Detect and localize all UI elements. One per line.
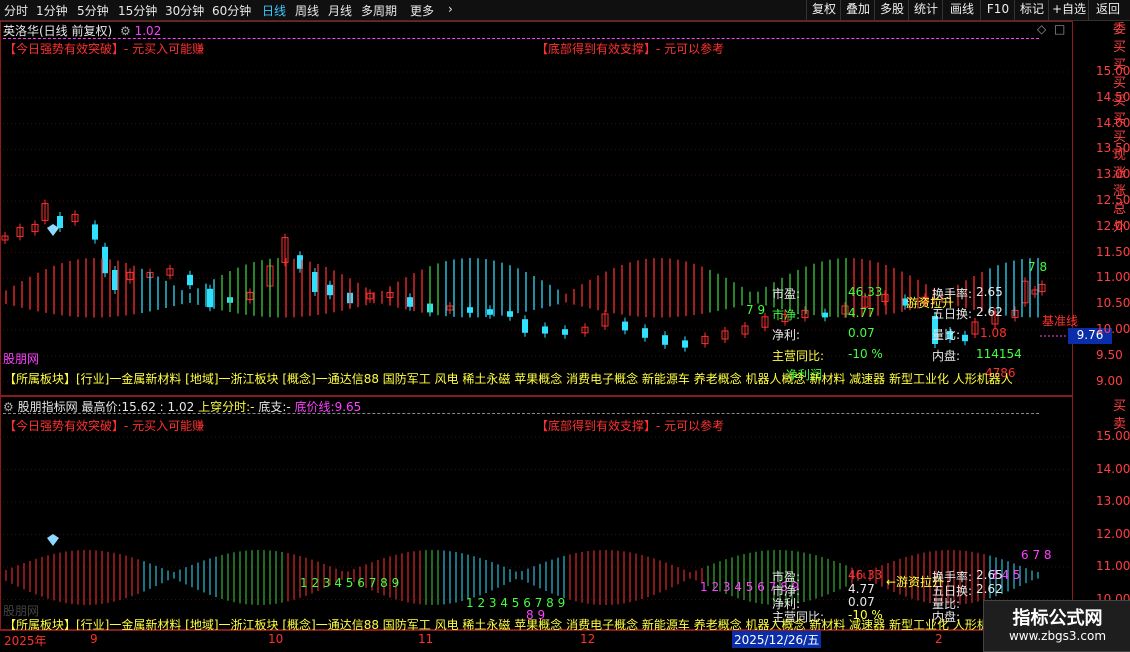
sub-price-tick: 12.00 (1096, 526, 1130, 541)
order-book-strip-bottom: 买卖 (1113, 399, 1127, 432)
candle-body-down (312, 272, 318, 292)
high-label: 最高价: (81, 400, 122, 414)
candle-body-down (822, 312, 828, 318)
bottom-value: - (286, 400, 291, 414)
order-book-strip: 委买买买买买买现涨涨总外 (1113, 22, 1127, 235)
growth-value: -10 % (848, 347, 883, 361)
watermark-title: 指标公式网 (1012, 608, 1103, 629)
inner-label: 内盘: (932, 349, 961, 363)
sub-signal-breakout: 【今日强势有效突破】- 元买入可能赚 (4, 419, 205, 433)
candle-body-down (522, 319, 528, 333)
candle-body-down (207, 288, 213, 308)
stock-title: 英洛华(日线 前复权) (3, 24, 113, 38)
floor-label: 底价线: (294, 400, 335, 414)
sub-watermark-label: 股朋网 (3, 604, 40, 618)
sub-price-tick: 13.00 (1096, 494, 1130, 508)
sub-pb-value: 4.77 (848, 582, 875, 596)
date-sep: 9 (90, 632, 98, 646)
sub-pe-value: 46.33 (848, 568, 883, 582)
candle-body-down (662, 335, 668, 345)
candle-body-down (407, 297, 413, 307)
np-value: 0.07 (848, 326, 875, 340)
sub-np-value: 0.07 (848, 595, 875, 609)
turnover-value: 2.65 (976, 285, 1003, 299)
cross-label: 上穿分时: (198, 400, 251, 414)
volume-ratio-value: 1.08 (980, 326, 1007, 340)
turnover5-value: 2.62 (976, 305, 1003, 319)
count-78: 7 8 (1028, 260, 1048, 274)
indicator-name: 股朋指标网 (17, 400, 78, 414)
sector-line: 【所属板块】[行业]一金属新材料 [地域]一浙江板块 [概念]一通达信88 国防… (4, 372, 1013, 386)
sub-price-tick: 11.00 (1096, 559, 1130, 573)
gear-icon[interactable]: ⚙ (120, 24, 131, 38)
indicator-value: 1.02 (167, 400, 195, 414)
candle-body-down (542, 326, 548, 334)
np-label: 净利: (772, 328, 801, 342)
date-nov: 11 (418, 632, 434, 646)
date-year: 2025年 (4, 634, 47, 648)
pb-label: 市净: (772, 308, 801, 322)
signal-breakout: 【今日强势有效突破】- 元买入可能赚 (4, 42, 205, 56)
candle-body-down (642, 328, 648, 338)
date-feb: 2 (935, 632, 943, 646)
candle-body-down (682, 340, 688, 348)
bottom-label: 底支: (258, 400, 287, 414)
candle-body-down (562, 329, 568, 335)
sequence-2: 1 2 3 4 5 6 7 8 9 (466, 596, 566, 610)
title-value: 1.02 (134, 24, 162, 38)
watermark-url: www.zbgs3.com (1008, 629, 1107, 643)
pe-value: 46.33 (848, 285, 883, 299)
candle-body-down (327, 284, 333, 296)
diamond-marker (47, 534, 59, 546)
date-oct: 10 (268, 632, 284, 646)
sequence-1: 1 2 3 4 5 6 7 8 9 (300, 576, 400, 590)
volume-ratio-label: 量比: (932, 328, 961, 342)
count-79: 7 9 (746, 303, 766, 317)
pe-label: 市盈: (772, 287, 801, 301)
date-dec: 12 (580, 632, 596, 646)
candle-body-down (57, 216, 63, 228)
sub-turnover5-value: 2.62 (976, 582, 1003, 596)
sub-signal-support: 【底部得到有效支撑】- 元可以参考 (536, 419, 725, 433)
sub-dashed-line (3, 413, 1039, 414)
candle-body-down (92, 224, 98, 240)
candle-body-down (622, 321, 628, 331)
date-cursor: 2025/12/26/五 (732, 631, 822, 648)
inner-value: 114154 (976, 347, 1022, 361)
gear-icon[interactable]: ⚙ (3, 400, 14, 414)
candle-body-down (112, 270, 118, 290)
site-watermark: 指标公式网 www.zbgs3.com (983, 600, 1130, 652)
hot-money-label: 游资拉升 (906, 296, 955, 310)
top-dashed-line (3, 38, 1039, 39)
baseline-label: 基准线 (1042, 314, 1079, 328)
sub-price-tick: 14.00 (1096, 461, 1130, 476)
candle-body-down (487, 309, 493, 315)
square-icon[interactable]: □ (1054, 22, 1065, 36)
growth-label: 主营同比: (772, 349, 825, 363)
site-watermark-label: 股朋网 (3, 352, 40, 366)
main-title: 英洛华(日线 前复权) ⚙ 1.02 (3, 22, 161, 39)
high-value: 15.62 (121, 400, 156, 414)
candle-body-down (102, 246, 108, 274)
signal-support: 【底部得到有效支撑】- 元可以参考 (536, 42, 725, 56)
candle-body-down (187, 274, 193, 286)
pb-value: 4.77 (848, 306, 875, 320)
date-axis: 2025年 9 10 11 12 2025/12/26/五 2 (0, 630, 1072, 651)
candle-body-down (962, 334, 968, 342)
floor-value: 9.65 (334, 400, 362, 414)
candlestick-chart (1, 71, 1071, 605)
sequence-4: 6 7 8 (1021, 548, 1052, 562)
sub-turnover-value: 2.65 (976, 568, 1003, 582)
diamond-icon[interactable]: ◇ (1037, 22, 1046, 36)
